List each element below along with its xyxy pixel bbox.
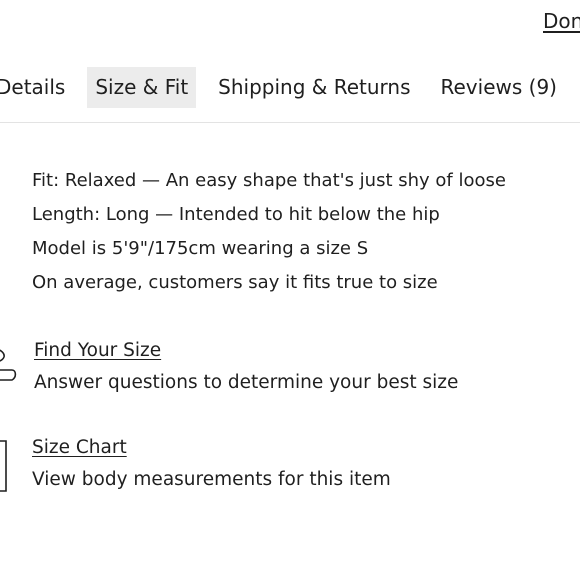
fit-detail-length: Length: Long — Intended to hit below the… (32, 204, 440, 225)
find-your-size-description: Answer questions to determine your best … (34, 372, 459, 393)
size-chart-link[interactable]: Size Chart (32, 433, 391, 463)
measuring-tape-icon (0, 349, 17, 381)
tab-divider (0, 122, 580, 123)
tab-details[interactable]: Details (0, 67, 73, 108)
size-chart-description: View body measurements for this item (32, 469, 391, 490)
ruler-icon (0, 440, 7, 492)
done-button[interactable]: Done (543, 9, 580, 33)
find-your-size-section: Find Your Size Answer questions to deter… (34, 336, 458, 400)
fit-details-list: Fit: Relaxed — An easy shape that's just… (32, 164, 506, 300)
tab-reviews[interactable]: Reviews (9) (433, 67, 565, 108)
tab-shipping-returns[interactable]: Shipping & Returns (210, 67, 418, 108)
tab-size-fit[interactable]: Size & Fit (87, 67, 197, 108)
fit-detail-fit: Fit: Relaxed — An easy shape that's just… (32, 170, 506, 191)
find-your-size-link[interactable]: Find Your Size (34, 336, 458, 366)
size-chart-section: Size Chart View body measurements for th… (32, 433, 391, 497)
fit-detail-model: Model is 5'9"/175cm wearing a size S (32, 238, 369, 259)
tab-bar: Details Size & Fit Shipping & Returns Re… (0, 67, 565, 108)
size-fit-panel: Done Details Size & Fit Shipping & Retur… (0, 0, 580, 580)
fit-detail-customer-rating: On average, customers say it fits true t… (32, 272, 438, 293)
